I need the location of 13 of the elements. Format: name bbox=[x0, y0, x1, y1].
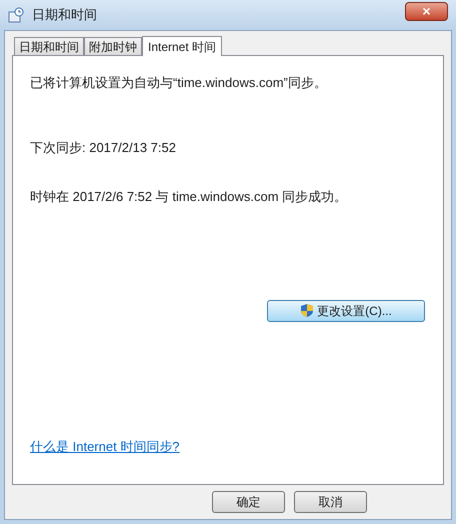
last-sync-text: 时钟在 2017/2/6 7:52 与 time.windows.com 同步成功。 bbox=[30, 188, 348, 206]
help-link[interactable]: 什么是 Internet 时间同步? bbox=[30, 436, 426, 456]
window-title: 日期和时间 bbox=[32, 6, 97, 24]
next-sync-text: 下次同步: 2017/2/13 7:52 bbox=[30, 138, 177, 156]
shield-icon bbox=[300, 303, 314, 318]
dialog-button[interactable]: 确定 bbox=[212, 491, 285, 513]
change-settings-button[interactable]: 更改设置(C)... bbox=[267, 300, 425, 322]
tab[interactable]: Internet 时间 bbox=[142, 36, 222, 56]
sync-status-text: 已将计算机设置为自动与“time.windows.com”同步。 bbox=[30, 74, 328, 92]
dialog-button[interactable]: 取消 bbox=[294, 491, 367, 513]
tab[interactable]: 附加时钟 bbox=[84, 37, 142, 55]
clock-window-icon bbox=[8, 7, 24, 23]
tab[interactable]: 日期和时间 bbox=[14, 37, 84, 55]
